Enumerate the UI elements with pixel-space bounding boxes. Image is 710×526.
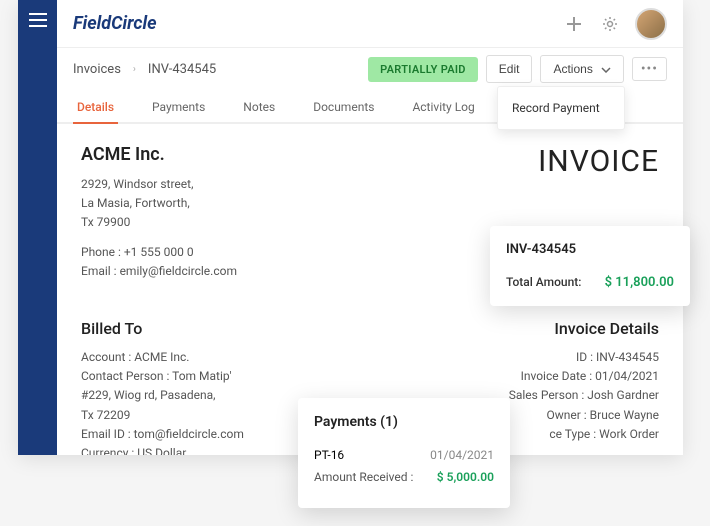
payment-date: 01/04/2021 xyxy=(430,448,494,462)
chevron-down-icon xyxy=(601,62,611,76)
chevron-right-icon: › xyxy=(133,64,136,75)
breadcrumb-root[interactable]: Invoices xyxy=(73,62,121,77)
tab-documents[interactable]: Documents xyxy=(309,90,378,124)
breadcrumb-current: INV-434545 xyxy=(148,62,216,77)
company-addr2: La Masia, Fortworth, xyxy=(81,194,509,213)
inv-owner: Owner : Bruce Wayne xyxy=(509,406,659,425)
tab-activity[interactable]: Activity Log xyxy=(408,90,478,124)
company-name: ACME Inc. xyxy=(81,144,509,165)
edit-button[interactable]: Edit xyxy=(486,55,533,83)
inv-date: Invoice Date : 01/04/2021 xyxy=(509,367,659,386)
billed-account: Account : ACME Inc. xyxy=(81,348,509,367)
more-button[interactable]: ••• xyxy=(632,57,667,81)
payments-title: Payments (1) xyxy=(314,414,494,430)
summary-popup: INV-434545 Total Amount: $ 11,800.00 xyxy=(490,226,690,306)
company-addr3: Tx 79900 xyxy=(81,213,509,232)
topbar: FieldCircle xyxy=(57,0,683,48)
inv-sales: Sales Person : Josh Gardner xyxy=(509,386,659,405)
tab-notes[interactable]: Notes xyxy=(239,90,279,124)
subbar: Invoices › INV-434545 PARTIALLY PAID Edi… xyxy=(57,48,683,90)
tab-details[interactable]: Details xyxy=(73,90,118,124)
actions-dropdown: Record Payment xyxy=(497,86,625,130)
inv-type: ce Type : Work Order xyxy=(509,425,659,444)
payment-amt-label: Amount Received : xyxy=(314,470,413,484)
inv-id: ID : INV-434545 xyxy=(509,348,659,367)
gear-icon[interactable] xyxy=(599,13,621,35)
billed-contact: Contact Person : Tom Matip' xyxy=(81,367,509,386)
payment-id: PT-16 xyxy=(314,448,344,462)
sidebar-nav xyxy=(18,0,57,455)
payment-amt-value: $ 5,000.00 xyxy=(437,470,494,484)
company-phone: Phone : +1 555 000 0 xyxy=(81,243,509,262)
invoice-details-title: Invoice Details xyxy=(509,319,659,338)
add-icon[interactable] xyxy=(563,13,585,35)
avatar[interactable] xyxy=(635,8,667,40)
tab-payments[interactable]: Payments xyxy=(148,90,209,124)
dropdown-item-record-payment[interactable]: Record Payment xyxy=(498,95,624,121)
summary-inv-no: INV-434545 xyxy=(506,242,674,257)
status-badge: PARTIALLY PAID xyxy=(368,57,478,82)
actions-label: Actions xyxy=(553,62,592,76)
actions-button[interactable]: Actions xyxy=(540,55,623,83)
billed-to-title: Billed To xyxy=(81,319,509,338)
brand-logo: FieldCircle xyxy=(73,13,157,34)
company-email: Email : emily@fieldcircle.com xyxy=(81,262,509,281)
company-addr1: 2929, Windsor street, xyxy=(81,175,509,194)
hamburger-icon[interactable] xyxy=(29,12,47,455)
invoice-heading: INVOICE xyxy=(509,144,659,179)
summary-total-label: Total Amount: xyxy=(506,275,581,290)
summary-total-value: $ 11,800.00 xyxy=(605,275,674,290)
breadcrumb: Invoices › INV-434545 xyxy=(73,62,216,77)
payments-popup: Payments (1) PT-16 01/04/2021 Amount Rec… xyxy=(298,398,510,508)
